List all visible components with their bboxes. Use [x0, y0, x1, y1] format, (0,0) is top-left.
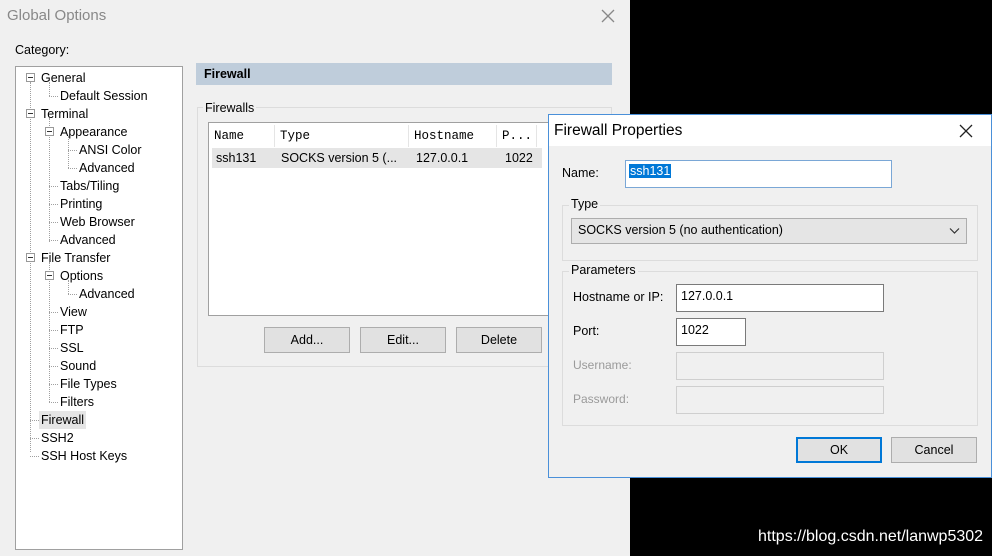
column-header-name[interactable]: Name	[209, 125, 275, 147]
collapse-icon[interactable]	[26, 73, 35, 82]
tree-item-appearance[interactable]: Appearance	[58, 123, 129, 141]
table-row[interactable]: ssh131 SOCKS version 5 (... 127.0.0.1 10…	[212, 148, 542, 168]
parameters-group-label: Parameters	[569, 263, 638, 277]
hostname-field[interactable]: 127.0.0.1	[676, 284, 884, 312]
tree-line	[68, 168, 77, 169]
password-field	[676, 386, 884, 414]
watermark: https://blog.csdn.net/lanwp5302	[758, 528, 984, 545]
tree-item-default-session[interactable]: Default Session	[58, 87, 150, 105]
tree-item-web-browser[interactable]: Web Browser	[58, 213, 137, 231]
global-options-window: Global Options Category: General Default…	[0, 0, 630, 556]
cell-name: ssh131	[216, 151, 257, 165]
tree-item-firewall[interactable]: Firewall	[39, 411, 87, 429]
name-label: Name:	[562, 166, 599, 180]
dialog-title: Firewall Properties	[554, 122, 683, 139]
collapse-icon[interactable]	[26, 109, 35, 118]
tree-line	[68, 150, 77, 151]
tree-item-appearance-advanced[interactable]: Advanced	[77, 159, 137, 177]
window-title: Global Options	[7, 7, 107, 24]
tree-item-view[interactable]: View	[58, 303, 89, 321]
column-header-port[interactable]: P...	[497, 125, 537, 147]
tree-item-terminal-advanced[interactable]: Advanced	[58, 231, 118, 249]
tree-item-ansi-color[interactable]: ANSI Color	[77, 141, 144, 159]
tree-item-file-types[interactable]: File Types	[58, 375, 119, 393]
tree-line	[30, 82, 31, 452]
tree-line	[30, 438, 39, 439]
tree-line	[49, 240, 58, 241]
category-label: Category:	[15, 43, 70, 57]
tree-line	[49, 204, 58, 205]
password-label: Password:	[573, 392, 630, 406]
cell-hostname: 127.0.0.1	[416, 151, 469, 165]
add-button[interactable]: Add...	[264, 327, 350, 353]
tree-line	[49, 312, 58, 313]
tree-line	[49, 222, 58, 223]
panel-header: Firewall	[196, 63, 612, 85]
tree-item-options[interactable]: Options	[58, 267, 105, 285]
port-field[interactable]: 1022	[676, 318, 746, 346]
chevron-down-icon	[949, 228, 960, 234]
firewalls-list[interactable]: Name Type Hostname P... ssh131 SOCKS ver…	[208, 122, 560, 316]
tree-item-options-advanced[interactable]: Advanced	[77, 285, 137, 303]
tree-line	[49, 402, 58, 403]
tree-item-ssh2[interactable]: SSH2	[39, 429, 76, 447]
collapse-icon[interactable]	[45, 271, 54, 280]
tree-line	[49, 384, 58, 385]
delete-button[interactable]: Delete	[456, 327, 542, 353]
close-icon[interactable]	[600, 8, 616, 24]
ok-button[interactable]: OK	[796, 437, 882, 463]
cell-port: 1022	[505, 151, 533, 165]
name-field-value: ssh131	[629, 164, 672, 178]
tree-item-general[interactable]: General	[39, 69, 87, 87]
tree-line	[49, 118, 50, 242]
tree-line	[49, 366, 58, 367]
category-tree[interactable]: General Default Session Terminal Appeara…	[15, 66, 183, 550]
type-group-label: Type	[569, 197, 601, 211]
tree-item-ftp[interactable]: FTP	[58, 321, 86, 339]
tree-item-file-transfer[interactable]: File Transfer	[39, 249, 112, 267]
tree-item-ssh-host-keys[interactable]: SSH Host Keys	[39, 447, 129, 465]
type-select-value: SOCKS version 5 (no authentication)	[578, 223, 783, 237]
tree-line	[49, 330, 58, 331]
tree-item-ssl[interactable]: SSL	[58, 339, 86, 357]
tree-line	[49, 348, 58, 349]
type-select[interactable]: SOCKS version 5 (no authentication)	[571, 218, 967, 244]
tree-line	[30, 420, 39, 421]
cell-type: SOCKS version 5 (...	[281, 151, 398, 165]
tree-item-tabs-tiling[interactable]: Tabs/Tiling	[58, 177, 121, 195]
firewalls-group-label: Firewalls	[203, 101, 257, 115]
hostname-label: Hostname or IP:	[573, 290, 664, 304]
column-header-type[interactable]: Type	[275, 125, 409, 147]
tree-line	[49, 262, 50, 402]
edit-button[interactable]: Edit...	[360, 327, 446, 353]
tree-item-sound[interactable]: Sound	[58, 357, 98, 375]
tree-line	[68, 294, 77, 295]
tree-line	[49, 96, 58, 97]
column-header-hostname[interactable]: Hostname	[409, 125, 497, 147]
name-field[interactable]: ssh131	[625, 160, 892, 188]
firewall-properties-dialog: Firewall Properties Name: ssh131 Type SO…	[548, 114, 992, 478]
tree-item-terminal[interactable]: Terminal	[39, 105, 90, 123]
username-label: Username:	[573, 358, 632, 372]
tree-item-printing[interactable]: Printing	[58, 195, 104, 213]
close-icon[interactable]	[958, 123, 974, 139]
tree-item-filters[interactable]: Filters	[58, 393, 96, 411]
port-label: Port:	[573, 324, 600, 338]
panel-title: Firewall	[204, 67, 251, 81]
tree-line	[30, 456, 39, 457]
tree-line	[49, 186, 58, 187]
collapse-icon[interactable]	[26, 253, 35, 262]
username-field	[676, 352, 884, 380]
collapse-icon[interactable]	[45, 127, 54, 136]
cancel-button[interactable]: Cancel	[891, 437, 977, 463]
